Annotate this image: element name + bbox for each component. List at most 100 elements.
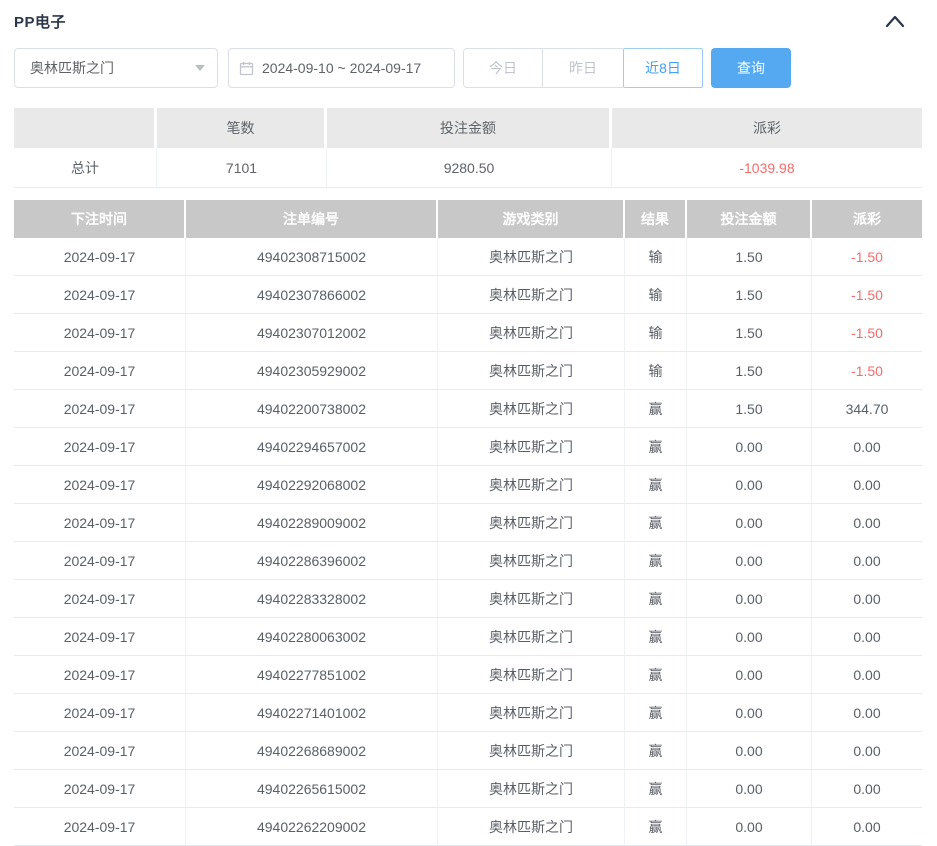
cell-bet-time: 2024-09-17 — [14, 732, 186, 770]
collapse-button[interactable] — [884, 12, 906, 30]
cell-bet-time: 2024-09-17 — [14, 314, 186, 352]
cell-order-number: 49402294657002 — [186, 428, 438, 466]
cell-payout: 0.00 — [812, 618, 922, 656]
cell-bet-time: 2024-09-17 — [14, 390, 186, 428]
cell-result: 赢 — [625, 580, 687, 618]
cell-bet-time: 2024-09-17 — [14, 276, 186, 314]
cell-result: 输 — [625, 276, 687, 314]
filter-bar: 奥林匹斯之门 2024-09-10 ~ 2024-09-17 今日 昨日 近8日… — [14, 48, 922, 88]
summary-total-payout: -1039.98 — [612, 148, 922, 188]
table-row: 2024-09-17 49402268689002 奥林匹斯之门 赢 0.00 … — [14, 732, 922, 770]
bet-table-body: 2024-09-17 49402308715002 奥林匹斯之门 输 1.50 … — [14, 238, 922, 846]
cell-order-number: 49402265615002 — [186, 770, 438, 808]
cell-payout: 0.00 — [812, 732, 922, 770]
cell-game-category: 奥林匹斯之门 — [438, 504, 625, 542]
summary-total-bet-amount: 9280.50 — [327, 148, 612, 188]
cell-result: 赢 — [625, 808, 687, 846]
summary-header-bet-amount: 投注金额 — [327, 108, 612, 148]
cell-payout: -1.50 — [812, 352, 922, 390]
col-header-order-number: 注单编号 — [186, 200, 438, 238]
cell-bet-time: 2024-09-17 — [14, 694, 186, 732]
caret-down-icon — [195, 65, 205, 71]
cell-payout: 0.00 — [812, 542, 922, 580]
cell-bet-time: 2024-09-17 — [14, 504, 186, 542]
cell-bet-amount: 0.00 — [687, 618, 812, 656]
table-row: 2024-09-17 49402292068002 奥林匹斯之门 赢 0.00 … — [14, 466, 922, 504]
yesterday-button[interactable]: 昨日 — [543, 48, 623, 88]
cell-order-number: 49402268689002 — [186, 732, 438, 770]
last-8-days-button[interactable]: 近8日 — [623, 48, 703, 88]
cell-payout: 0.00 — [812, 580, 922, 618]
cell-payout: -1.50 — [812, 276, 922, 314]
cell-bet-amount: 0.00 — [687, 580, 812, 618]
cell-order-number: 49402307012002 — [186, 314, 438, 352]
cell-payout: 0.00 — [812, 770, 922, 808]
cell-bet-time: 2024-09-17 — [14, 238, 186, 276]
cell-payout: 0.00 — [812, 808, 922, 846]
cell-result: 输 — [625, 238, 687, 276]
summary-table: 笔数 投注金额 派彩 总计 7101 9280.50 -1039.98 — [14, 108, 922, 188]
cell-bet-amount: 1.50 — [687, 352, 812, 390]
cell-result: 赢 — [625, 542, 687, 580]
table-row: 2024-09-17 49402200738002 奥林匹斯之门 赢 1.50 … — [14, 390, 922, 428]
date-range-picker[interactable]: 2024-09-10 ~ 2024-09-17 — [228, 48, 455, 88]
cell-bet-amount: 0.00 — [687, 466, 812, 504]
cell-game-category: 奥林匹斯之门 — [438, 808, 625, 846]
cell-order-number: 49402271401002 — [186, 694, 438, 732]
query-button[interactable]: 查询 — [711, 48, 791, 88]
cell-game-category: 奥林匹斯之门 — [438, 732, 625, 770]
pp-electronic-panel: PP电子 奥林匹斯之门 2024-09-10 ~ 2024-09-17 今日 昨… — [0, 0, 937, 839]
bet-records-table: 下注时间 注单编号 游戏类别 结果 投注金额 派彩 2024-09-17 494… — [14, 200, 922, 846]
cell-result: 输 — [625, 352, 687, 390]
col-header-bet-time: 下注时间 — [14, 200, 186, 238]
cell-result: 赢 — [625, 504, 687, 542]
cell-bet-amount: 0.00 — [687, 770, 812, 808]
cell-bet-amount: 0.00 — [687, 656, 812, 694]
cell-game-category: 奥林匹斯之门 — [438, 352, 625, 390]
cell-bet-amount: 1.50 — [687, 390, 812, 428]
cell-bet-time: 2024-09-17 — [14, 428, 186, 466]
table-row: 2024-09-17 49402271401002 奥林匹斯之门 赢 0.00 … — [14, 694, 922, 732]
game-select-value: 奥林匹斯之门 — [30, 58, 114, 78]
cell-result: 赢 — [625, 618, 687, 656]
summary-total-count: 7101 — [157, 148, 327, 188]
cell-game-category: 奥林匹斯之门 — [438, 238, 625, 276]
game-select[interactable]: 奥林匹斯之门 — [14, 48, 218, 88]
chevron-up-icon — [885, 14, 905, 28]
cell-bet-amount: 0.00 — [687, 732, 812, 770]
cell-game-category: 奥林匹斯之门 — [438, 694, 625, 732]
cell-game-category: 奥林匹斯之门 — [438, 466, 625, 504]
table-row: 2024-09-17 49402283328002 奥林匹斯之门 赢 0.00 … — [14, 580, 922, 618]
table-row: 2024-09-17 49402262209002 奥林匹斯之门 赢 0.00 … — [14, 808, 922, 846]
cell-result: 赢 — [625, 428, 687, 466]
cell-result: 赢 — [625, 390, 687, 428]
table-row: 2024-09-17 49402277851002 奥林匹斯之门 赢 0.00 … — [14, 656, 922, 694]
summary-header-count: 笔数 — [157, 108, 327, 148]
cell-order-number: 49402308715002 — [186, 238, 438, 276]
table-row: 2024-09-17 49402305929002 奥林匹斯之门 输 1.50 … — [14, 352, 922, 390]
cell-payout: 0.00 — [812, 656, 922, 694]
cell-bet-amount: 1.50 — [687, 276, 812, 314]
table-row: 2024-09-17 49402265615002 奥林匹斯之门 赢 0.00 … — [14, 770, 922, 808]
cell-bet-amount: 0.00 — [687, 504, 812, 542]
table-row: 2024-09-17 49402286396002 奥林匹斯之门 赢 0.00 … — [14, 542, 922, 580]
cell-game-category: 奥林匹斯之门 — [438, 770, 625, 808]
cell-order-number: 49402307866002 — [186, 276, 438, 314]
cell-bet-time: 2024-09-17 — [14, 808, 186, 846]
cell-order-number: 49402262209002 — [186, 808, 438, 846]
cell-bet-time: 2024-09-17 — [14, 656, 186, 694]
cell-order-number: 49402277851002 — [186, 656, 438, 694]
cell-game-category: 奥林匹斯之门 — [438, 580, 625, 618]
cell-result: 输 — [625, 314, 687, 352]
today-button[interactable]: 今日 — [463, 48, 543, 88]
summary-header-payout: 派彩 — [612, 108, 922, 148]
cell-bet-time: 2024-09-17 — [14, 352, 186, 390]
cell-game-category: 奥林匹斯之门 — [438, 276, 625, 314]
cell-result: 赢 — [625, 770, 687, 808]
table-row: 2024-09-17 49402307866002 奥林匹斯之门 输 1.50 … — [14, 276, 922, 314]
cell-bet-time: 2024-09-17 — [14, 542, 186, 580]
summary-header-row: 笔数 投注金额 派彩 — [14, 108, 922, 148]
cell-order-number: 49402283328002 — [186, 580, 438, 618]
col-header-payout: 派彩 — [812, 200, 922, 238]
table-row: 2024-09-17 49402308715002 奥林匹斯之门 输 1.50 … — [14, 238, 922, 276]
